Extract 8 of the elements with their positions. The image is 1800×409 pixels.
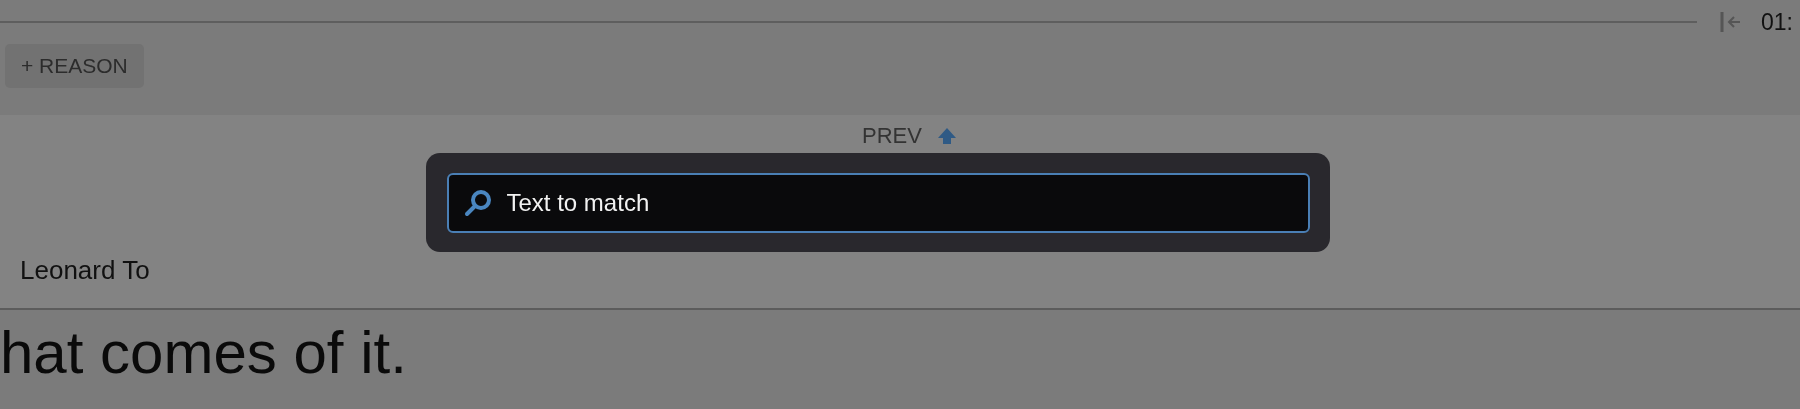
timestamp: 01:: [1761, 8, 1793, 36]
search-field[interactable]: Text to match: [446, 172, 1310, 233]
search-icon: [462, 187, 493, 218]
add-reason-button[interactable]: + REASON: [5, 44, 144, 88]
up-arrow-icon[interactable]: [935, 126, 958, 146]
transcript-line: hat comes of it.: [0, 318, 408, 386]
speaker-name: Leonard To: [20, 255, 150, 286]
prev-button[interactable]: PREV: [862, 123, 922, 149]
